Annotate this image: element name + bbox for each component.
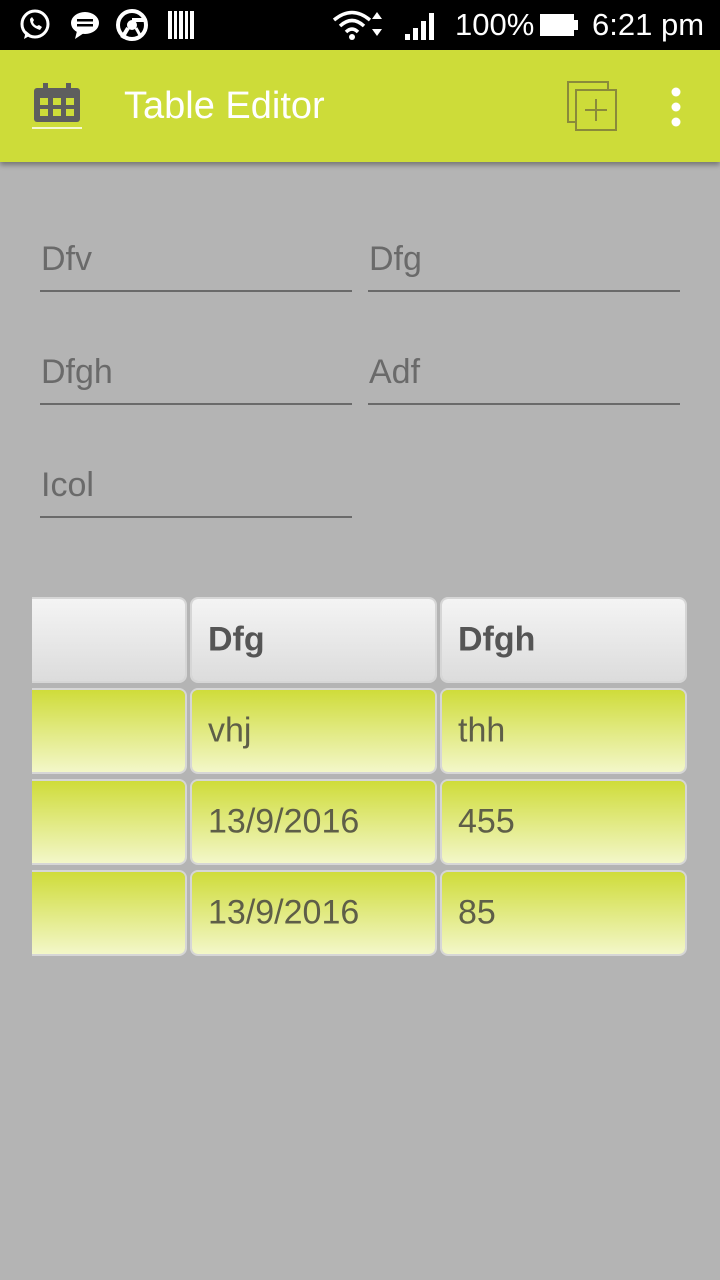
field-dfg-input[interactable] xyxy=(368,230,681,288)
overflow-menu-icon[interactable] xyxy=(656,80,696,136)
whatsapp-icon xyxy=(20,9,50,39)
chrome-icon xyxy=(116,9,148,41)
table-cell[interactable]: 13/9/2016 xyxy=(192,781,435,863)
field-icol-input[interactable] xyxy=(40,456,353,514)
clock: 6:21 pm xyxy=(592,7,705,42)
field-adf[interactable] xyxy=(368,343,681,405)
app-bar: Table Editor xyxy=(0,50,720,162)
app-title: Table Editor xyxy=(124,85,325,127)
signal-icon xyxy=(405,13,434,40)
table-cell[interactable]: 85 xyxy=(442,872,685,954)
barcode-icon xyxy=(168,11,194,39)
table-header-cell[interactable] xyxy=(32,599,185,681)
table-cell[interactable] xyxy=(32,781,185,863)
table-header-cell[interactable]: Dfgh xyxy=(442,599,685,681)
table-header-cell[interactable]: Dfg xyxy=(192,599,435,681)
field-icol[interactable] xyxy=(40,456,353,518)
table-cell[interactable] xyxy=(32,690,185,772)
field-dfg[interactable] xyxy=(368,230,681,292)
message-icon xyxy=(71,12,99,39)
table-cell[interactable]: 13/9/2016 xyxy=(192,872,435,954)
table-cell[interactable]: thh xyxy=(442,690,685,772)
field-adf-input[interactable] xyxy=(368,343,681,401)
wifi-icon xyxy=(332,10,382,40)
battery-icon xyxy=(540,14,578,36)
add-table-icon[interactable] xyxy=(560,76,624,140)
battery-percent: 100% xyxy=(455,7,535,42)
field-dfgh-input[interactable] xyxy=(40,343,353,401)
table-cell[interactable]: 455 xyxy=(442,781,685,863)
field-dfgh[interactable] xyxy=(40,343,353,405)
field-dfv-input[interactable] xyxy=(40,230,353,288)
data-table[interactable]: Dfg Dfgh vhj thh 13/9/2016 455 13/9/2016… xyxy=(32,597,688,961)
table-cell[interactable]: vhj xyxy=(192,690,435,772)
table-cell[interactable] xyxy=(32,872,185,954)
status-bar: 100% 6:21 pm xyxy=(0,0,720,50)
calendar-icon[interactable] xyxy=(32,80,82,132)
field-dfv[interactable] xyxy=(40,230,353,292)
